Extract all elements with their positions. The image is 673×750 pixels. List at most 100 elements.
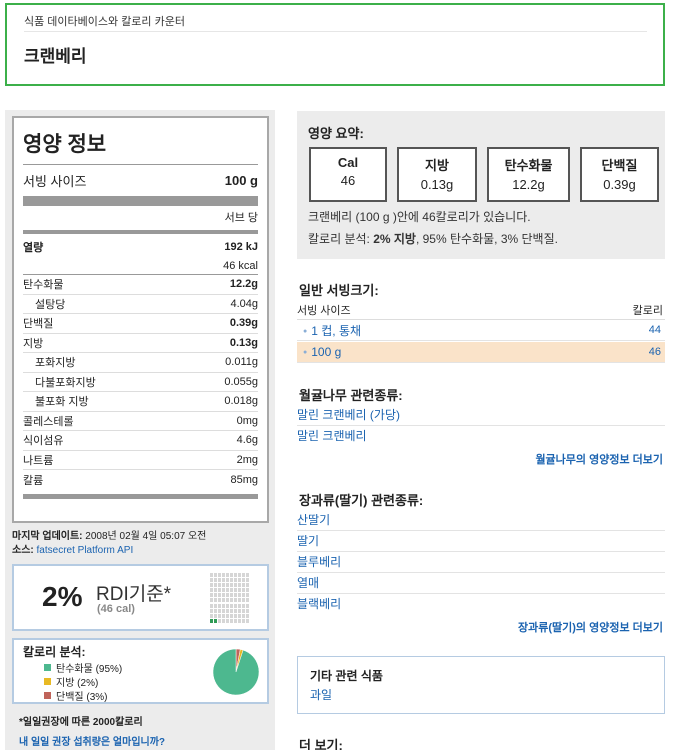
nutrient-label: 포화지방 xyxy=(35,357,76,370)
serving-row[interactable]: 1 컵, 통채 44 xyxy=(297,320,665,341)
breadcrumb[interactable]: 식품 데이타베이스와 칼로리 카운터 xyxy=(24,13,185,29)
nutrient-value: 12.2g xyxy=(229,278,258,291)
rdi-grid-cell xyxy=(234,578,237,583)
nutrient-label: 탄수화물 xyxy=(23,279,64,292)
nutrient-label: 식이섬유 xyxy=(23,435,64,448)
rdi-grid-cell xyxy=(210,573,213,577)
nutrient-label: 지방 xyxy=(23,337,44,350)
rdi-grid-cell xyxy=(222,588,225,593)
rdi-grid-cell xyxy=(214,618,217,623)
rdi-grid-cell xyxy=(218,618,221,623)
energy-row: 열량 192 kJ xyxy=(23,237,258,257)
rdi-grid-cell xyxy=(238,593,241,598)
summary-box-calories: Cal 46 xyxy=(309,147,387,202)
divider-thick xyxy=(23,196,258,206)
rdi-grid-cell xyxy=(222,608,225,613)
related-food-link[interactable]: 말린 크랜베리 xyxy=(297,426,665,447)
nutrient-label: 설탕당 xyxy=(35,298,66,311)
rdi-grid-cell xyxy=(246,603,249,608)
other-related-link[interactable]: 과일 xyxy=(310,686,332,703)
servings-col-calories: 칼로리 xyxy=(632,305,663,317)
last-updated-date: 2008년 02월 4일 05:07 오전 xyxy=(85,531,207,542)
rdi-grid-cell xyxy=(230,618,233,623)
nutrient-label: 단백질 xyxy=(23,318,54,331)
related-food-link[interactable]: 말린 크랜베리 (가당) xyxy=(297,405,665,426)
rdi-grid-cell xyxy=(246,573,249,577)
rdi-grid-cell xyxy=(242,618,245,623)
serving-size-value: 100 g xyxy=(224,172,258,188)
rdi-help-link[interactable]: 내 일일 권장 섭취량은 얼마입니까? xyxy=(19,733,165,748)
header-divider xyxy=(24,31,647,32)
summary-box-label: Cal xyxy=(337,155,359,170)
summary-box-fat: 지방 0.13g xyxy=(397,147,477,202)
other-related-foods-box: 기타 관련 식품 과일 xyxy=(297,656,665,714)
serving-calories: 44 xyxy=(648,324,661,336)
rdi-grid-cell xyxy=(242,583,245,588)
rdi-grid-cell xyxy=(246,588,249,593)
nutrient-value: 2mg xyxy=(236,453,258,466)
legend-swatch xyxy=(44,664,51,671)
rdi-grid-cell xyxy=(222,573,225,577)
related-food-link[interactable]: 산딸기 xyxy=(297,510,665,531)
rdi-grid-cell xyxy=(222,583,225,588)
summary-breakdown-sentence: 칼로리 분석: 2% 지방, 95% 탄수화물, 3% 단백질. xyxy=(308,230,558,247)
rdi-percent: 2% xyxy=(42,581,83,612)
legend-swatch xyxy=(44,692,51,699)
summary-breakdown-fat: 2% 지방 xyxy=(373,232,416,246)
rdi-grid-cell xyxy=(242,593,245,598)
serving-size-link[interactable]: 100 g xyxy=(297,345,341,359)
related-food-link[interactable]: 열매 xyxy=(297,573,665,594)
rdi-grid-cell xyxy=(214,573,217,577)
rdi-grid-cell xyxy=(246,578,249,583)
nutrient-label: 칼륨 xyxy=(23,474,44,487)
nutrient-label: 콜레스테롤 xyxy=(23,415,74,428)
more-berries-link[interactable]: 장과류(딸기)의 영양정보 더보기 xyxy=(518,619,663,635)
calorie-breakdown-panel: 칼로리 분석: 탄수화물 (95%) 지방 (2%) 단백질 (3%) xyxy=(12,638,269,704)
related-cranberry-title: 월귤나무 관련종류: xyxy=(299,388,403,403)
summary-box-protein: 단백질 0.39g xyxy=(580,147,659,202)
rdi-grid-cell xyxy=(210,598,213,603)
energy-label: 열량 xyxy=(23,242,44,254)
related-food-link[interactable]: 딸기 xyxy=(297,531,665,552)
rdi-grid-cell xyxy=(230,598,233,603)
rdi-grid-cell xyxy=(214,608,217,613)
serving-size-link[interactable]: 1 컵, 통채 xyxy=(297,322,361,339)
servings-col-size: 서빙 사이즈 xyxy=(297,305,351,317)
calorie-pie-chart xyxy=(212,648,260,696)
rdi-grid-cell xyxy=(238,573,241,577)
rdi-grid-cell xyxy=(218,613,221,618)
rdi-grid-cell xyxy=(210,618,213,623)
rdi-grid-cell xyxy=(222,618,225,623)
update-info: 마지막 업데이트: 2008년 02월 4일 05:07 오전 소스: fats… xyxy=(12,530,206,558)
rdi-grid-cell xyxy=(230,593,233,598)
rdi-grid-cell xyxy=(226,603,229,608)
serving-row-selected[interactable]: 100 g 46 xyxy=(297,342,665,363)
rdi-grid-cell xyxy=(238,603,241,608)
nutrient-row-potassium: 칼륨 85mg xyxy=(23,470,258,490)
related-food-link[interactable]: 블루베리 xyxy=(297,552,665,573)
rdi-grid-cell xyxy=(226,608,229,613)
rdi-grid-cell xyxy=(214,613,217,618)
nutrition-summary-panel: 영양 요약: Cal 46 지방 0.13g 탄수화물 12.2g 단백질 0.… xyxy=(297,111,665,259)
rdi-grid-cell xyxy=(222,613,225,618)
rdi-grid-cell xyxy=(218,573,221,577)
rdi-grid-cell xyxy=(246,618,249,623)
rdi-grid-cell xyxy=(246,593,249,598)
nutrient-value: 0mg xyxy=(236,414,258,427)
common-servings-title: 일반 서빙크기: xyxy=(299,283,379,298)
rdi-grid-cell xyxy=(238,608,241,613)
summary-box-value: 12.2g xyxy=(512,177,545,192)
summary-box-value: 0.39g xyxy=(603,177,636,192)
source-link[interactable]: fatsecret Platform API xyxy=(37,545,134,556)
related-food-link[interactable]: 블랙베리 xyxy=(297,594,665,615)
rdi-grid-cell xyxy=(234,588,237,593)
rdi-grid-cell xyxy=(226,598,229,603)
serving-size-row: 서빙 사이즈 100 g xyxy=(23,165,258,195)
rdi-grid-cell xyxy=(234,583,237,588)
more-cranberry-link[interactable]: 월귤나무의 영양정보 더보기 xyxy=(535,451,663,467)
rdi-grid-cell xyxy=(242,578,245,583)
rdi-grid-cell xyxy=(222,578,225,583)
summary-box-label: 탄수화물 xyxy=(504,158,553,173)
nutrient-row-cholesterol: 콜레스테롤 0mg xyxy=(23,412,258,431)
nutrient-value: 0.13g xyxy=(229,336,258,349)
